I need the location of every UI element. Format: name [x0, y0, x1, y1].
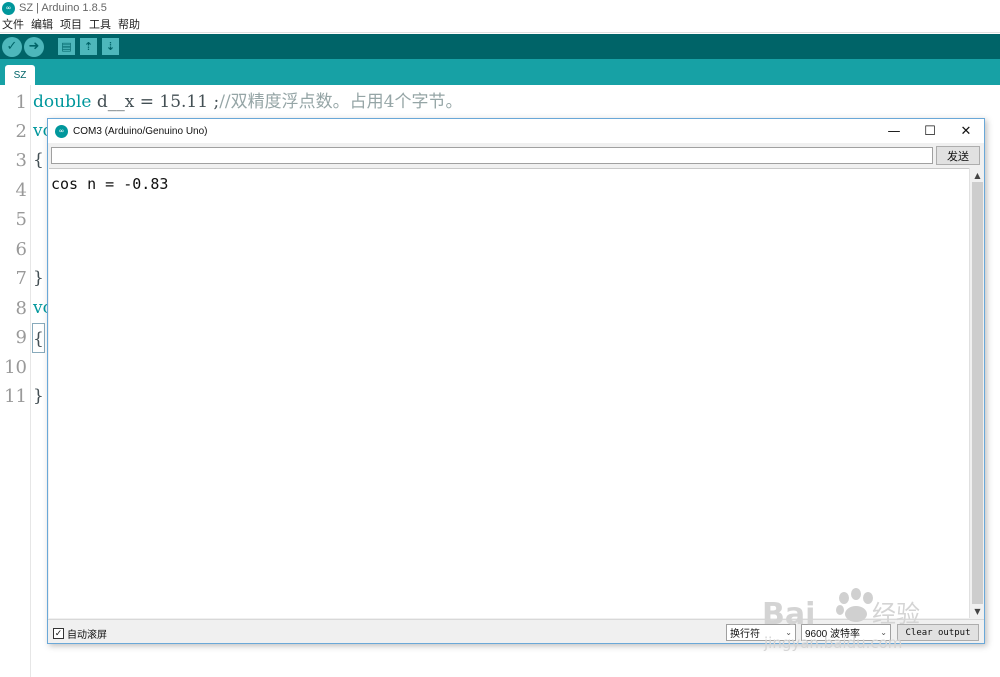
menu-edit[interactable]: 编辑: [31, 16, 53, 32]
arduino-logo-icon: ∞: [55, 124, 68, 138]
save-sketch-button[interactable]: ⇣: [102, 38, 119, 55]
line-number: 7: [15, 268, 27, 289]
upload-button[interactable]: ➜: [24, 36, 44, 57]
menu-help[interactable]: 帮助: [118, 16, 140, 32]
autoscroll-checkbox[interactable]: ✓: [53, 628, 64, 639]
line-number: 4: [15, 180, 27, 201]
line-number: 10: [4, 357, 27, 378]
send-button[interactable]: 发送: [936, 146, 980, 165]
toolbar: ✓ ➜ ▤ ⇡ ⇣: [0, 34, 1000, 59]
close-icon[interactable]: ✕: [948, 119, 984, 143]
new-sketch-button[interactable]: ▤: [58, 38, 75, 55]
menu-tools[interactable]: 工具: [89, 16, 111, 32]
watermark-url: jingyan.baidu.com: [763, 634, 902, 652]
scrollbar-thumb[interactable]: [972, 182, 983, 604]
serial-output-text: cos n = -0.83: [51, 175, 169, 193]
code-line-7: }: [33, 268, 44, 288]
line-number-gutter: 1 2 3 4 5 6 7 8 9 10 11: [0, 85, 31, 677]
arduino-logo-icon: ∞: [2, 1, 15, 15]
serial-monitor-title: COM3 (Arduino/Genuino Uno): [73, 125, 208, 137]
maximize-icon[interactable]: ☐: [912, 119, 948, 143]
code-declaration: d__x = 15.11 ;: [91, 92, 220, 112]
line-number: 2: [15, 121, 27, 142]
arduino-ide: ∞ SZ | Arduino 1.8.5 文件 编辑 项目 工具 帮助 ✓ ➜ …: [0, 0, 1000, 677]
window-titlebar: ∞ SZ | Arduino 1.8.5: [0, 0, 1000, 16]
line-number: 11: [4, 386, 27, 407]
scroll-up-icon[interactable]: ▲: [970, 168, 985, 182]
menubar: 文件 编辑 项目 工具 帮助: [0, 16, 1000, 33]
line-number: 9: [15, 327, 27, 348]
vertical-scrollbar[interactable]: ▲ ▼: [969, 168, 984, 618]
minimize-icon[interactable]: —: [876, 119, 912, 143]
code-line-9: {: [32, 323, 45, 353]
serial-send-input[interactable]: [51, 147, 933, 164]
watermark-jingyan: 经验: [872, 600, 920, 628]
code-line-3: {: [33, 150, 44, 170]
serial-monitor-window: ∞ COM3 (Arduino/Genuino Uno) — ☐ ✕ 发送 co…: [47, 118, 985, 644]
autoscroll-label: 自动滚屏: [67, 630, 107, 641]
menu-file[interactable]: 文件: [2, 16, 24, 32]
watermark-brand: Bai: [762, 597, 815, 632]
line-number: 6: [15, 239, 27, 260]
line-ending-value: 换行符: [730, 629, 760, 640]
menu-sketch[interactable]: 项目: [60, 16, 82, 32]
serial-output-area[interactable]: cos n = -0.83: [49, 168, 969, 618]
tab-sz[interactable]: SZ: [5, 65, 35, 85]
keyword-double: double: [33, 92, 92, 112]
code-comment: //双精度浮点数。占用4个字节。: [219, 92, 463, 112]
serial-monitor-titlebar: ∞ COM3 (Arduino/Genuino Uno) — ☐ ✕: [48, 119, 984, 143]
code-line-1: double d__x = 15.11 ;//双精度浮点数。占用4个字节。: [33, 87, 462, 117]
code-line-11: }: [33, 386, 44, 406]
open-sketch-button[interactable]: ⇡: [80, 38, 97, 55]
line-number: 3: [15, 150, 27, 171]
tab-bar: SZ: [0, 59, 1000, 85]
verify-button[interactable]: ✓: [2, 36, 22, 57]
line-number: 8: [15, 298, 27, 319]
line-number: 1: [15, 92, 27, 113]
line-number: 5: [15, 209, 27, 230]
window-title: SZ | Arduino 1.8.5: [19, 2, 107, 14]
autoscroll-option[interactable]: ✓ 自动滚屏: [53, 626, 107, 641]
baidu-jingyan-watermark: Bai 经验 jingyan.baidu.com: [762, 588, 920, 652]
